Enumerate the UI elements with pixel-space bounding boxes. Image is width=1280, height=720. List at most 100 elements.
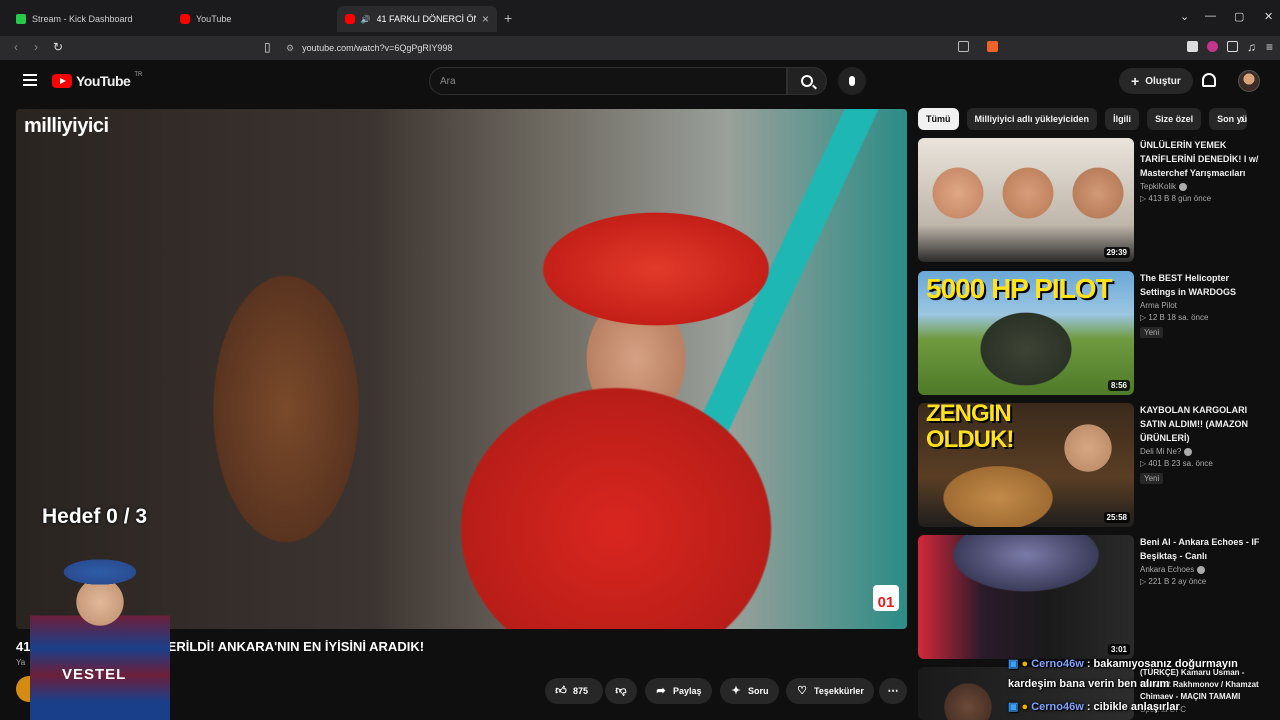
recommendation-title[interactable]: ÜNLÜLERİN YEMEK TARİFLERİNİ DENEDİK! l w… (1140, 138, 1266, 180)
recommendation-item[interactable]: ZENGİN OLDUK! 25:58 KAYBOLAN KARGOLARI S… (918, 403, 1268, 527)
thumbnail-text: 5000 HP PILOT (926, 273, 1113, 304)
create-label: Oluştur (1145, 75, 1181, 87)
new-tab-icon[interactable]: + (504, 10, 512, 26)
recommendation-item[interactable]: 3:01 Beni Al - Ankara Echoes - IF Beşikt… (918, 535, 1268, 659)
notifications-bell-icon[interactable] (1202, 73, 1216, 87)
verified-icon (1184, 447, 1193, 456)
recommendation-title[interactable]: KAYBOLAN KARGOLARI SATIN ALDIM!! (AMAZON… (1140, 403, 1266, 445)
chip-for-you[interactable]: Size özel (1147, 108, 1202, 130)
chat-message: ▣ ● Cerno46w : bakamıyosanız doğurmayın (1008, 657, 1238, 670)
chat-badge-icon: ▣ (1008, 701, 1019, 713)
duration-badge: 29:39 (1103, 247, 1130, 258)
chat-message: kardeşim bana verin ben alırım (1008, 678, 1169, 690)
verified-icon (1197, 565, 1206, 574)
thanks-label: Teşekkürler (814, 686, 864, 696)
search-input[interactable]: Ara (429, 67, 787, 95)
guide-menu-icon[interactable] (23, 74, 37, 86)
tab-label: 41 FARKLI DÖNERCİ ÖNERİLD (376, 14, 476, 24)
video-thumbnail[interactable]: 29:39 (918, 138, 1134, 262)
new-badge: Yeni (1140, 473, 1164, 484)
recommendation-channel[interactable]: Ankara Echoes (1140, 565, 1266, 574)
site-info-icon[interactable]: ⚙ (286, 43, 294, 54)
tab-label: YouTube (196, 14, 232, 24)
recommendation-channel[interactable]: Arma Pilot (1140, 301, 1266, 310)
kick-favicon-icon (16, 14, 26, 24)
sparkle-icon: ✦ (731, 685, 741, 697)
recommendation-channel[interactable]: Deli Mi Ne? (1140, 447, 1266, 456)
create-button[interactable]: + Oluştur (1119, 68, 1193, 94)
recommendation-title[interactable]: Beni Al - Ankara Echoes - IF Beşiktaş - … (1140, 535, 1266, 563)
extension-shield-icon[interactable] (1207, 41, 1218, 52)
cast-icon[interactable] (958, 41, 969, 52)
tab-list-chevron-icon[interactable]: ⌄ (1180, 10, 1189, 23)
extensions-puzzle-icon[interactable] (1227, 41, 1238, 52)
more-dots-icon: ⋯ (887, 685, 899, 697)
channel-name-fragment[interactable]: Ya (16, 658, 25, 667)
youtube-favicon-icon (345, 14, 355, 24)
channel-name: Ankara Echoes (1140, 565, 1195, 574)
recommendation-item[interactable]: 5000 HP PILOT 8:56 The BEST Helicopter S… (918, 271, 1268, 395)
tab-video[interactable]: 🔊 41 FARKLI DÖNERCİ ÖNERİLD × (337, 6, 497, 32)
chip-related[interactable]: İlgili (1105, 108, 1140, 130)
maximize-icon[interactable]: ▢ (1234, 10, 1244, 23)
tab-label: Stream - Kick Dashboard (32, 14, 133, 24)
duration-badge: 3:01 (1107, 644, 1130, 655)
close-tab-icon[interactable]: × (482, 12, 489, 26)
share-arrow-icon: ➦ (656, 685, 666, 697)
minimize-icon[interactable]: — (1205, 10, 1216, 22)
tab-kick-dashboard[interactable]: Stream - Kick Dashboard (8, 6, 173, 32)
forward-icon[interactable]: › (34, 40, 38, 54)
recommendation-meta: ÜNLÜLERİN YEMEK TARİFLERİNİ DENEDİK! l w… (1140, 138, 1266, 203)
video-thumbnail[interactable]: ZENGİN OLDUK! 25:58 (918, 403, 1134, 527)
shirt-sponsor-text: VESTEL (62, 666, 127, 683)
like-button[interactable]: 👍︎ 875 (545, 678, 603, 704)
video-thumbnail[interactable]: 5000 HP PILOT 8:56 (918, 271, 1134, 395)
stats-text: 413 B 8 gün önce (1148, 194, 1212, 203)
address-field[interactable]: ⚙ youtube.com/watch?v=6QgPgRIY998 (286, 39, 1006, 57)
close-window-icon[interactable]: ✕ (1264, 10, 1273, 23)
stats-text: 12 B 18 sa. önce (1148, 313, 1209, 322)
back-icon[interactable]: ‹ (14, 40, 18, 54)
tab-youtube[interactable]: YouTube (172, 6, 337, 32)
recommendation-meta: KAYBOLAN KARGOLARI SATIN ALDIM!! (AMAZON… (1140, 403, 1266, 486)
filter-chips: Tümü Milliyiyici adlı yükleyiciden İlgil… (918, 108, 1248, 130)
chat-message: ▣ ● Cerno46w : cibikle anlaşırlar (1008, 700, 1180, 713)
brave-shield-icon[interactable] (987, 41, 998, 52)
video-thumbnail[interactable]: 3:01 (918, 535, 1134, 659)
media-music-icon[interactable]: ♫ (1247, 40, 1256, 54)
browser-tabbar: Stream - Kick Dashboard YouTube 🔊 41 FAR… (0, 0, 1280, 36)
share-button[interactable]: ➦ Paylaş (645, 678, 712, 704)
reload-icon[interactable]: ↻ (53, 40, 63, 54)
recommendation-item[interactable]: 29:39 ÜNLÜLERİN YEMEK TARİFLERİNİ DENEDİ… (918, 138, 1268, 262)
dislike-button[interactable]: 👎︎ (605, 678, 637, 704)
account-avatar[interactable] (1238, 70, 1260, 92)
ask-button[interactable]: ✦ Soru (720, 678, 779, 704)
logo-text: YouTube (76, 73, 131, 89)
duration-badge: 8:56 (1107, 380, 1130, 391)
chat-username: Cerno46w (1031, 658, 1084, 670)
channel-name: TepkiKolik (1140, 182, 1177, 191)
chip-from-uploader[interactable]: Milliyiyici adlı yükleyiciden (966, 108, 1098, 130)
streamer-cam-overlay: VESTEL (30, 540, 170, 720)
youtube-logo[interactable]: YouTube TR (52, 72, 142, 89)
stats-text: 221 B 2 ay önce (1148, 577, 1207, 586)
bookmark-icon[interactable]: ▯ (264, 40, 271, 54)
share-label: Paylaş (673, 686, 702, 696)
recommendation-stats: ▷ 221 B 2 ay önce (1140, 577, 1207, 586)
search-button[interactable] (787, 67, 827, 95)
youtube-play-icon (52, 74, 72, 88)
subscribe-badge[interactable]: 01 (873, 585, 899, 611)
voice-search-button[interactable] (838, 67, 866, 95)
recommendation-meta: Beni Al - Ankara Echoes - IF Beşiktaş - … (1140, 535, 1266, 586)
menu-icon[interactable]: ≡ (1266, 40, 1273, 54)
recommendation-channel[interactable]: TepkiKolik (1140, 182, 1266, 191)
channel-name: Deli Mi Ne? (1140, 447, 1182, 456)
extension-icon[interactable] (1187, 41, 1198, 52)
more-actions-button[interactable]: ⋯ (879, 678, 907, 704)
chip-scroll-right-icon[interactable]: › (1240, 110, 1245, 126)
thanks-button[interactable]: ♡ Teşekkürler (786, 678, 874, 704)
recommendation-meta: The BEST Helicopter Settings in WARDOGS … (1140, 271, 1266, 340)
chip-all[interactable]: Tümü (918, 108, 959, 130)
stats-text: 401 B 23 sa. önce (1148, 459, 1213, 468)
recommendation-title[interactable]: The BEST Helicopter Settings in WARDOGS (1140, 271, 1266, 299)
